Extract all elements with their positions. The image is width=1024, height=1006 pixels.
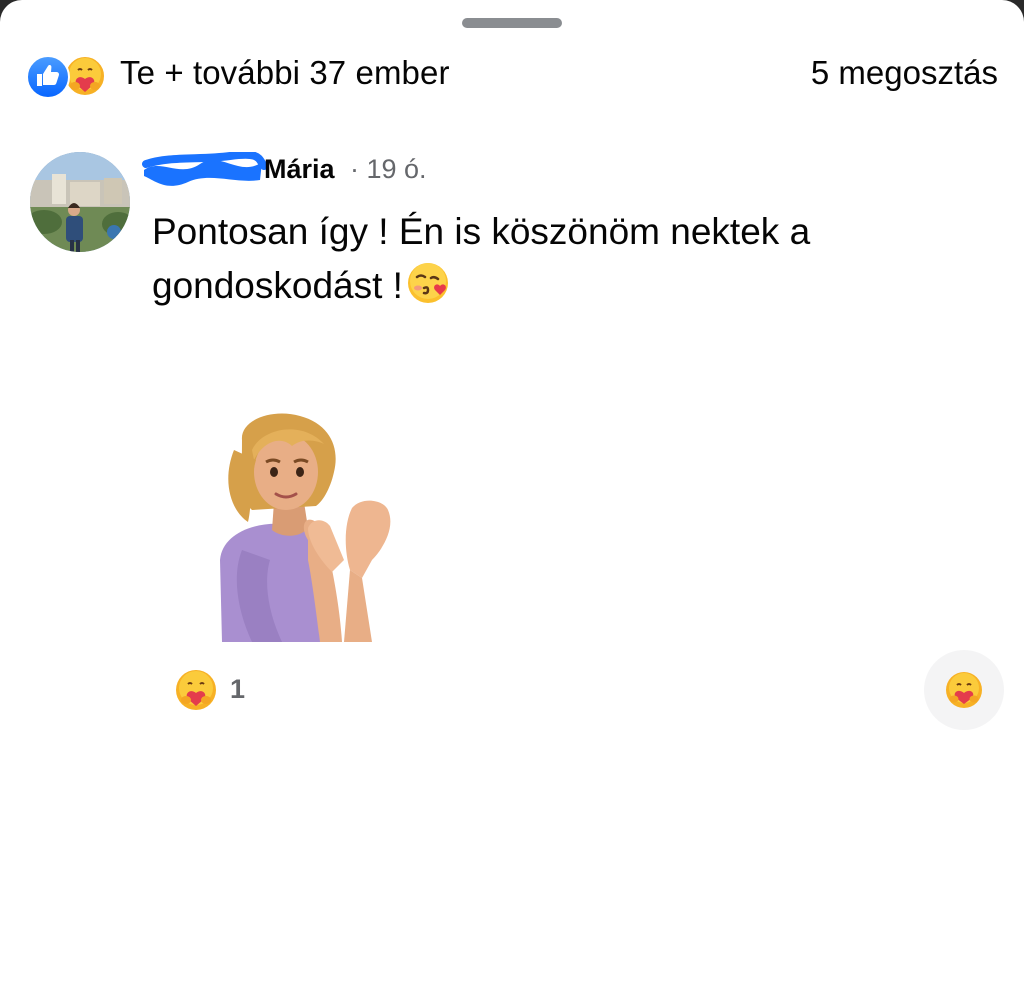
- reactions-summary-text[interactable]: Te + további 37 ember: [120, 54, 450, 92]
- clapping-avatar-sticker: [220, 413, 391, 642]
- care-icon: [946, 672, 982, 708]
- redacted-name-scribble: [142, 152, 266, 186]
- sheet-drag-handle[interactable]: [462, 18, 562, 28]
- comment-author[interactable]: Mária: [264, 154, 335, 185]
- like-icon: [26, 55, 70, 99]
- comment-text: Pontosan így ! Én is köszönöm nektek a g…: [152, 211, 811, 306]
- care-icon: [64, 55, 106, 97]
- comment-timestamp[interactable]: · 19 ó.: [350, 154, 427, 185]
- shares-count[interactable]: 5 megosztás: [811, 54, 998, 92]
- comment-body: Pontosan így ! Én is köszönöm nektek a g…: [152, 205, 912, 313]
- comment-reaction-count: 1: [230, 674, 246, 704]
- care-icon: [176, 670, 216, 710]
- react-button[interactable]: [924, 650, 1004, 730]
- post-reactions-bar: Te + további 37 ember 5 megosztás: [26, 50, 998, 99]
- comments-sheet: Te + további 37 ember 5 megosztás Mária …: [0, 0, 1024, 1006]
- reaction-icons[interactable]: [26, 55, 110, 99]
- face-blowing-kiss-icon: [407, 263, 448, 303]
- avatar[interactable]: [30, 152, 130, 252]
